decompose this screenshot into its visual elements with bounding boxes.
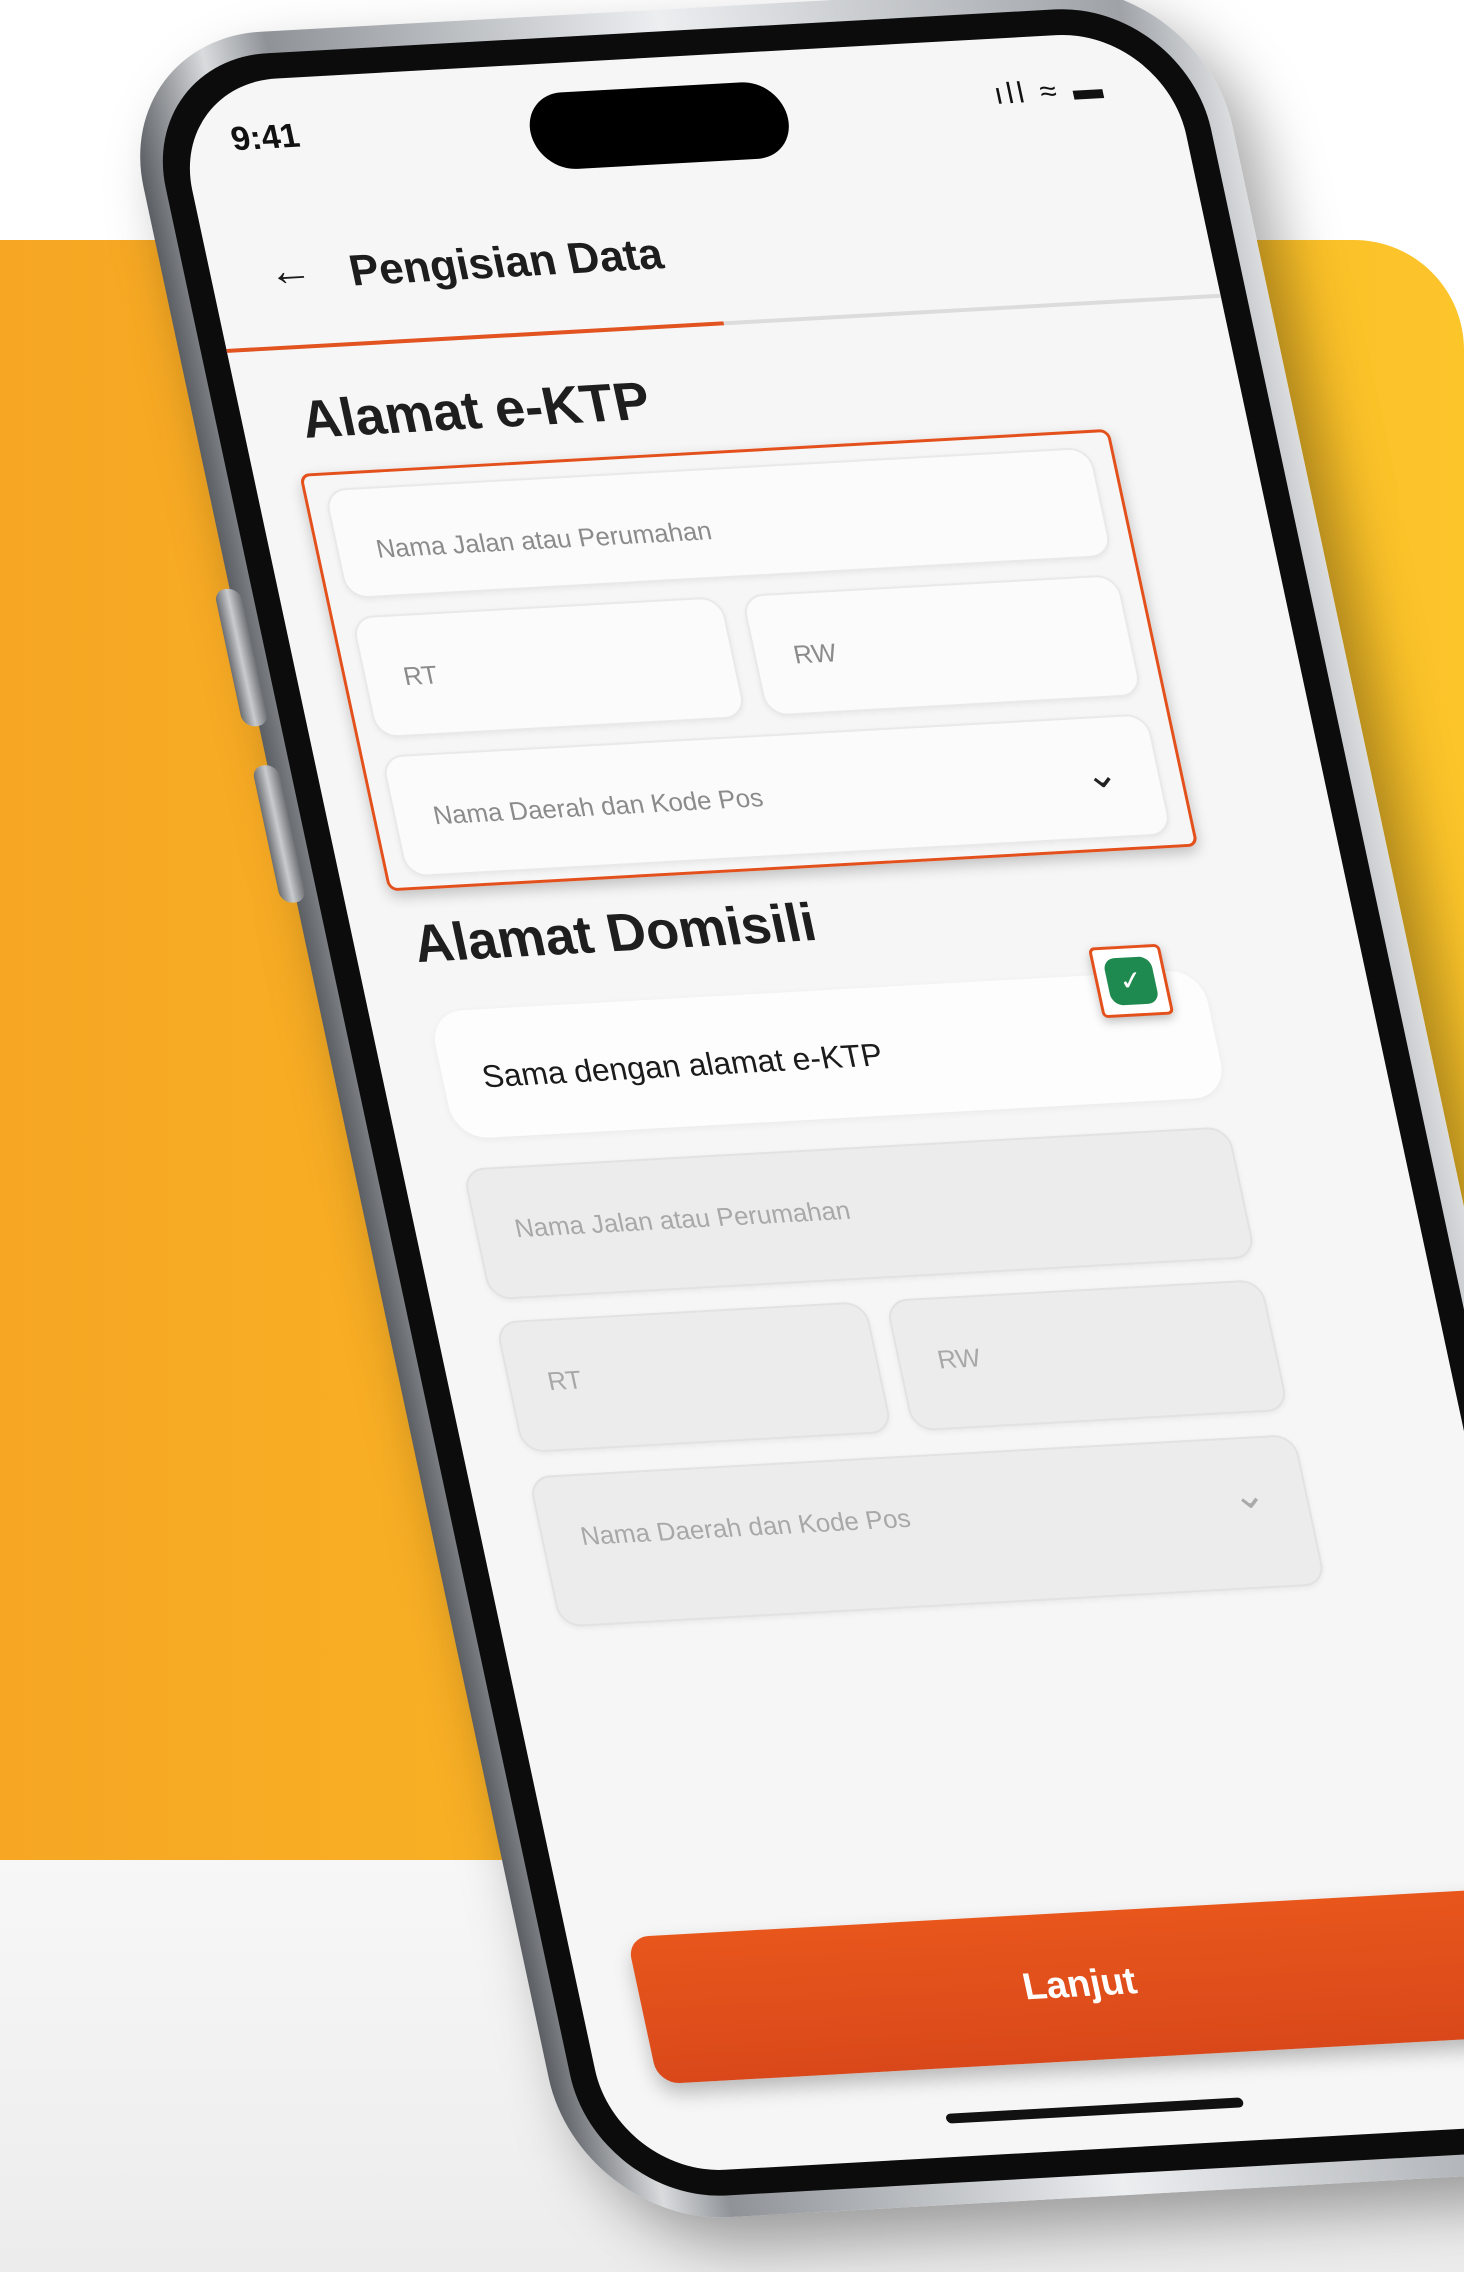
lanjut-button-label: Lanjut bbox=[1018, 1960, 1141, 2009]
domisili-rt-placeholder: RT bbox=[544, 1364, 585, 1397]
app-header: ← Pengisian Data bbox=[201, 176, 1218, 339]
domisili-region-placeholder: Nama Daerah dan Kode Pos bbox=[577, 1503, 914, 1551]
back-arrow-icon[interactable]: ← bbox=[263, 245, 317, 296]
ektp-rw-placeholder: RW bbox=[790, 637, 840, 670]
ektp-street-input[interactable]: Nama Jalan atau Perumahan bbox=[323, 446, 1114, 600]
domisili-rw-input[interactable]: RW bbox=[884, 1279, 1290, 1432]
chevron-down-icon: ⌄ bbox=[1079, 751, 1123, 797]
chevron-down-icon: ⌄ bbox=[1227, 1472, 1270, 1518]
ektp-highlight-box: Nama Jalan atau Perumahan RT RW Nama Dae… bbox=[299, 428, 1199, 892]
domisili-region-dropdown[interactable]: Nama Daerah dan Kode Pos ⌄ bbox=[528, 1434, 1327, 1628]
page-title: Pengisian Data bbox=[344, 229, 668, 296]
ektp-rw-input[interactable]: RW bbox=[740, 574, 1144, 717]
lanjut-button[interactable]: Lanjut bbox=[626, 1888, 1464, 2085]
same-address-row[interactable]: Sama dengan alamat e-KTP ✓ bbox=[428, 943, 1228, 1140]
ektp-street-placeholder: Nama Jalan atau Perumahan bbox=[373, 515, 715, 564]
phone-body: 9:41 ıll ≈ ▬ ← Pengisian Data Alamat e-K… bbox=[112, 0, 1464, 2226]
section-title-alamat-domisili: Alamat Domisili bbox=[407, 892, 822, 974]
same-address-checkbox-highlight: ✓ bbox=[1087, 943, 1175, 1019]
signal-wifi-battery-icon: ıll ≈ ▬ bbox=[990, 72, 1110, 111]
home-indicator bbox=[945, 2097, 1245, 2124]
section-title-alamat-ektp: Alamat e-KTP bbox=[295, 371, 656, 450]
status-time: 9:41 bbox=[227, 117, 303, 159]
domisili-rt-input[interactable]: RT bbox=[494, 1301, 894, 1454]
ektp-region-dropdown[interactable]: Nama Daerah dan Kode Pos ⌄ bbox=[380, 713, 1173, 878]
ektp-region-placeholder: Nama Daerah dan Kode Pos bbox=[430, 782, 766, 831]
domisili-street-input[interactable]: Nama Jalan atau Perumahan bbox=[462, 1126, 1257, 1301]
same-address-checkbox[interactable]: ✓ bbox=[1102, 956, 1160, 1006]
domisili-rw-placeholder: RW bbox=[934, 1342, 984, 1375]
same-address-label: Sama dengan alamat e-KTP bbox=[478, 1036, 886, 1095]
ektp-rt-input[interactable]: RT bbox=[350, 596, 748, 739]
domisili-street-placeholder: Nama Jalan atau Perumahan bbox=[511, 1195, 853, 1244]
dynamic-island bbox=[522, 80, 797, 171]
ektp-rt-placeholder: RT bbox=[400, 659, 441, 692]
phone-mockup: 9:41 ıll ≈ ▬ ← Pengisian Data Alamat e-K… bbox=[0, 0, 1464, 2272]
